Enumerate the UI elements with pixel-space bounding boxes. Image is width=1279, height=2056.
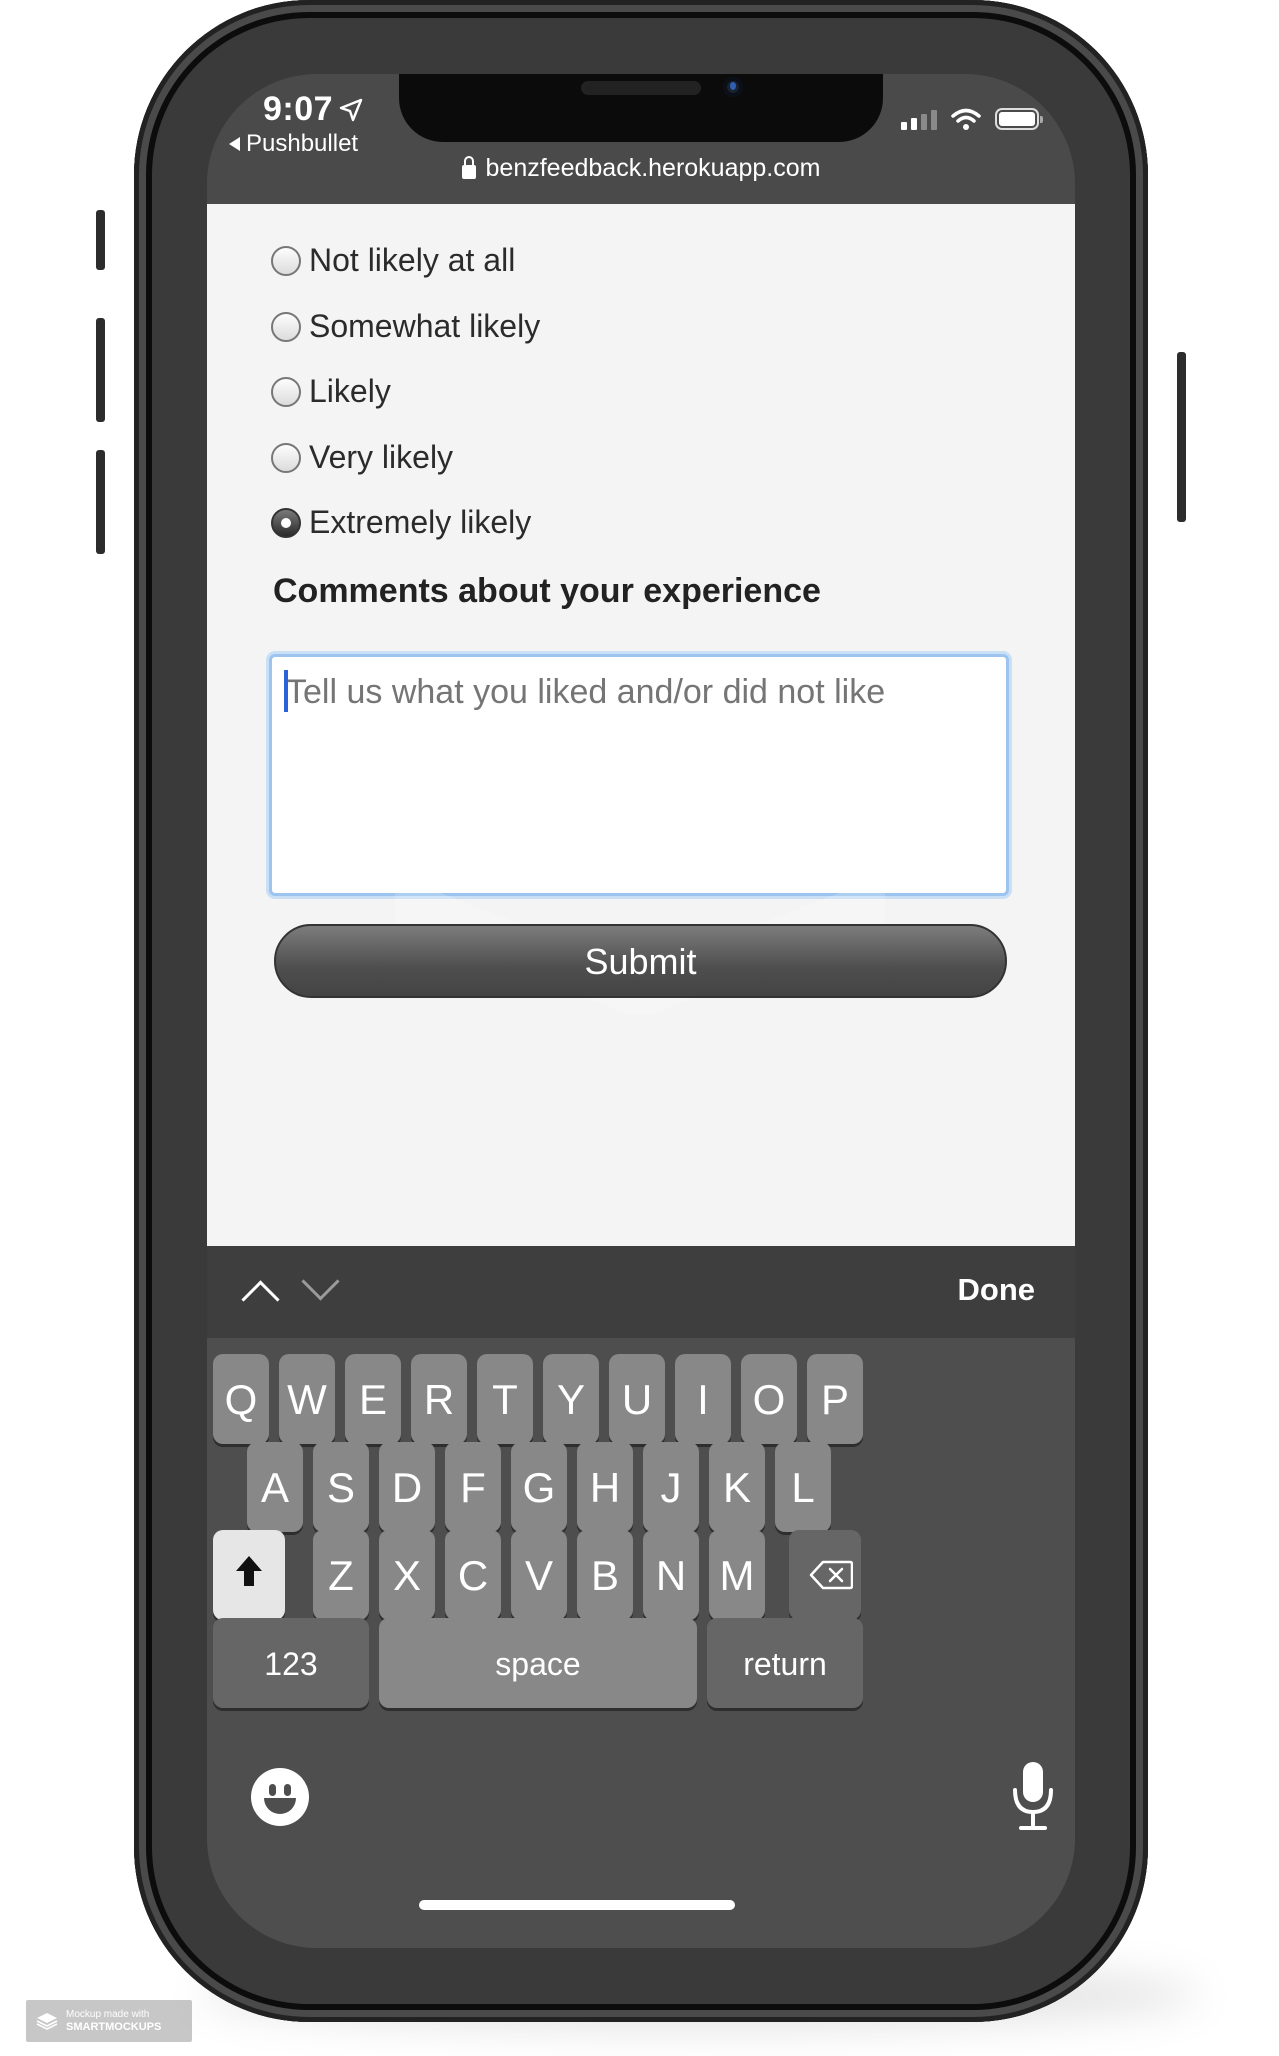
comments-heading: Comments about your experience: [273, 572, 821, 610]
status-time: 9:07: [263, 90, 363, 129]
key-q[interactable]: Q: [213, 1354, 269, 1444]
key-t[interactable]: T: [477, 1354, 533, 1444]
return-key[interactable]: return: [707, 1618, 863, 1708]
key-p[interactable]: P: [807, 1354, 863, 1444]
radio-option[interactable]: Not likely at all: [271, 242, 515, 279]
layers-logo-icon: [36, 2013, 58, 2030]
key-g[interactable]: G: [511, 1442, 567, 1532]
key-u[interactable]: U: [609, 1354, 665, 1444]
delete-key[interactable]: [789, 1530, 861, 1620]
web-page: Not likely at all Somewhat likely Likely…: [207, 204, 1075, 1246]
shift-arrow-icon: [236, 1556, 262, 1586]
key-x[interactable]: X: [379, 1530, 435, 1620]
key-s[interactable]: S: [313, 1442, 369, 1532]
key-o[interactable]: O: [741, 1354, 797, 1444]
status-indicators: [901, 108, 1043, 130]
radio-button[interactable]: [271, 376, 301, 407]
key-y[interactable]: Y: [543, 1354, 599, 1444]
lock-icon: [461, 155, 476, 179]
power-button: [1177, 352, 1186, 522]
watermark-line1: Mockup made with: [66, 2009, 150, 2020]
radio-option[interactable]: Very likely: [271, 439, 453, 476]
cellular-signal-icon: [901, 108, 937, 130]
key-z[interactable]: Z: [313, 1530, 369, 1620]
on-screen-keyboard: Q W E R T Y U I O P A S D F G H J K L Z …: [207, 1338, 1075, 1948]
silent-switch: [96, 210, 105, 270]
volume-up-button: [96, 318, 105, 422]
text-cursor: [284, 670, 288, 712]
done-button[interactable]: Done: [958, 1272, 1036, 1308]
backspace-icon: [809, 1560, 853, 1590]
radio-button-checked[interactable]: [271, 507, 301, 538]
submit-button[interactable]: Submit: [274, 924, 1007, 998]
key-n[interactable]: N: [643, 1530, 699, 1620]
radio-button[interactable]: [271, 311, 301, 342]
time-label: 9:07: [263, 90, 334, 128]
radio-option[interactable]: Somewhat likely: [271, 308, 540, 345]
key-m[interactable]: M: [709, 1530, 765, 1620]
key-e[interactable]: E: [345, 1354, 401, 1444]
battery-icon: [995, 108, 1043, 130]
phone-screen: 9:07 Pushbullet benzfeedback.herokuapp.c…: [207, 74, 1075, 1948]
wifi-icon: [951, 108, 981, 130]
radio-option-selected[interactable]: Extremely likely: [271, 504, 531, 541]
radio-option[interactable]: Likely: [271, 373, 391, 410]
key-r[interactable]: R: [411, 1354, 467, 1444]
back-triangle-icon: [229, 137, 240, 151]
notch: [399, 74, 883, 142]
key-l[interactable]: L: [775, 1442, 831, 1532]
keyboard-accessory-bar: Done: [207, 1246, 1075, 1338]
key-h[interactable]: H: [577, 1442, 633, 1532]
radio-label: Somewhat likely: [309, 308, 541, 344]
key-j[interactable]: J: [643, 1442, 699, 1532]
home-indicator[interactable]: [419, 1900, 735, 1910]
comments-textarea[interactable]: [269, 654, 1009, 896]
radio-button[interactable]: [271, 442, 301, 473]
emoji-keyboard-icon[interactable]: [251, 1768, 309, 1826]
dictation-microphone-icon[interactable]: [1011, 1760, 1055, 1832]
radio-label: Extremely likely: [309, 504, 532, 540]
radio-label: Very likely: [309, 439, 454, 475]
key-i[interactable]: I: [675, 1354, 731, 1444]
key-b[interactable]: B: [577, 1530, 633, 1620]
space-key[interactable]: space: [379, 1618, 697, 1708]
key-d[interactable]: D: [379, 1442, 435, 1532]
shift-key[interactable]: [213, 1530, 285, 1620]
earpiece-speaker: [581, 81, 701, 95]
key-c[interactable]: C: [445, 1530, 501, 1620]
key-f[interactable]: F: [445, 1442, 501, 1532]
key-v[interactable]: V: [511, 1530, 567, 1620]
next-field-chevron-down-icon[interactable]: [301, 1262, 340, 1301]
previous-field-chevron-up-icon[interactable]: [241, 1280, 280, 1319]
url-text: benzfeedback.herokuapp.com: [485, 154, 821, 182]
front-camera: [723, 77, 743, 97]
location-arrow-icon: [339, 98, 363, 121]
key-w[interactable]: W: [279, 1354, 335, 1444]
radio-button[interactable]: [271, 245, 301, 276]
address-bar[interactable]: benzfeedback.herokuapp.com: [207, 154, 1075, 183]
radio-label: Likely: [309, 373, 391, 409]
numbers-key[interactable]: 123: [213, 1618, 369, 1708]
smartmockups-watermark: Mockup made with SMARTMOCKUPS: [26, 2000, 192, 2042]
key-k[interactable]: K: [709, 1442, 765, 1532]
volume-down-button: [96, 450, 105, 554]
key-a[interactable]: A: [247, 1442, 303, 1532]
radio-label: Not likely at all: [309, 242, 516, 278]
watermark-brand: SMARTMOCKUPS: [66, 2021, 162, 2033]
